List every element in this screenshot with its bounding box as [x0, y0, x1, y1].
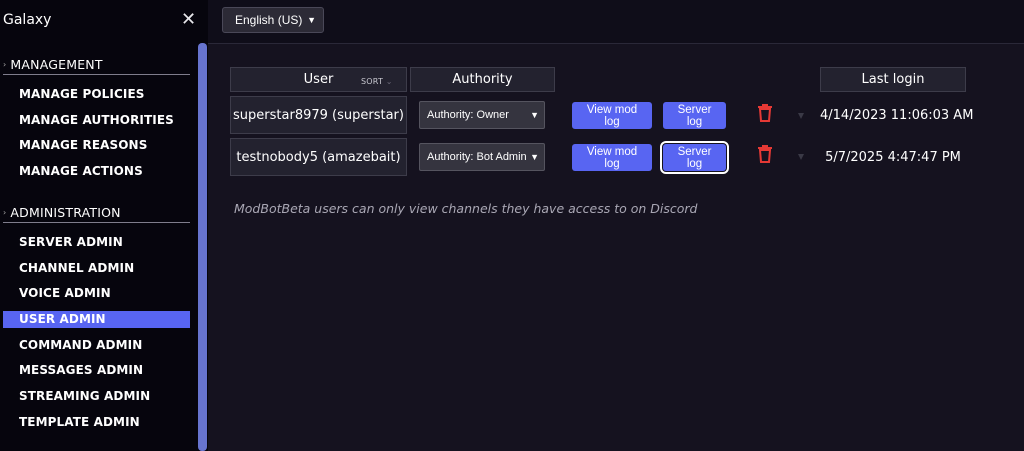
- close-icon[interactable]: ✕: [181, 9, 196, 30]
- sidebar: Galaxy ✕ › MANAGEMENT MANAGE POLICIES MA…: [0, 0, 208, 451]
- sidebar-header: Galaxy ✕: [0, 0, 208, 42]
- column-header-user-label: User: [303, 72, 334, 87]
- section-management: › MANAGEMENT MANAGE POLICIES MANAGE AUTH…: [0, 54, 190, 180]
- sidebar-scrollbar[interactable]: [198, 43, 207, 451]
- last-login-value: 5/7/2025 4:47:47 PM: [825, 150, 961, 165]
- access-note: ModBotBeta users can only view channels …: [234, 201, 698, 216]
- sort-icon: ⌄: [385, 77, 393, 86]
- section-header-management[interactable]: › MANAGEMENT: [0, 54, 190, 74]
- delete-icon[interactable]: [757, 145, 773, 163]
- caret-right-icon: ›: [3, 59, 7, 69]
- sidebar-item-voice-admin[interactable]: VOICE ADMIN: [0, 285, 190, 302]
- column-header-authority-label: Authority: [452, 72, 513, 87]
- authority-select-value: Authority: Bot Admin: [427, 151, 527, 163]
- language-select-value: English (US): [235, 13, 303, 27]
- authority-select[interactable]: Authority: Bot Admin ▼: [419, 143, 545, 171]
- sidebar-item-command-admin[interactable]: COMMAND ADMIN: [0, 337, 190, 354]
- sidebar-item-user-admin[interactable]: USER ADMIN: [3, 311, 190, 329]
- user-name: testnobody5 (amazebait): [236, 149, 401, 165]
- sidebar-item-messages-admin[interactable]: MESSAGES ADMIN: [0, 362, 190, 379]
- column-header-authority: Authority: [410, 67, 555, 92]
- chevron-down-icon: ▼: [530, 110, 539, 120]
- sidebar-item-template-admin[interactable]: TEMPLATE ADMIN: [0, 414, 190, 431]
- section-administration: › ADMINISTRATION SERVER ADMIN CHANNEL AD…: [0, 202, 190, 431]
- divider: [3, 222, 190, 223]
- column-header-user[interactable]: User SORT ⌄: [230, 67, 407, 92]
- sidebar-item-streaming-admin[interactable]: STREAMING ADMIN: [0, 388, 190, 405]
- server-log-button[interactable]: Server log: [663, 102, 726, 129]
- sidebar-item-manage-reasons[interactable]: MANAGE REASONS: [0, 137, 190, 154]
- last-login-value: 4/14/2023 11:06:03 AM: [820, 108, 974, 123]
- sidebar-item-manage-actions[interactable]: MANAGE ACTIONS: [0, 163, 190, 180]
- caret-right-icon: ›: [3, 207, 7, 217]
- delete-icon[interactable]: [757, 104, 773, 122]
- section-header-administration[interactable]: › ADMINISTRATION: [0, 202, 190, 222]
- sidebar-item-manage-authorities[interactable]: MANAGE AUTHORITIES: [0, 112, 190, 129]
- user-cell: testnobody5 (amazebait): [230, 138, 407, 176]
- server-log-button[interactable]: Server log: [660, 141, 729, 174]
- top-bar: English (US) ▼: [208, 0, 1024, 44]
- drag-handle-icon[interactable]: [798, 154, 804, 160]
- column-header-last-login: Last login: [820, 67, 966, 92]
- sort-label: SORT: [361, 77, 384, 86]
- view-mod-log-button[interactable]: View mod log: [572, 102, 652, 129]
- section-label: MANAGEMENT: [10, 56, 103, 72]
- sidebar-item-channel-admin[interactable]: CHANNEL ADMIN: [0, 260, 190, 277]
- drag-handle-icon[interactable]: [798, 113, 804, 119]
- authority-select[interactable]: Authority: Owner ▼: [419, 101, 545, 129]
- section-label: ADMINISTRATION: [10, 204, 121, 220]
- language-select[interactable]: English (US) ▼: [222, 7, 324, 33]
- chevron-down-icon: ▼: [530, 152, 539, 162]
- sidebar-item-server-admin[interactable]: SERVER ADMIN: [0, 234, 190, 251]
- user-name: superstar8979 (superstar): [233, 107, 404, 123]
- sort-toggle[interactable]: SORT ⌄: [361, 77, 393, 86]
- chevron-down-icon: ▼: [307, 15, 316, 25]
- view-mod-log-button[interactable]: View mod log: [572, 144, 652, 171]
- app-title: Galaxy: [3, 12, 52, 28]
- user-cell: superstar8979 (superstar): [230, 96, 407, 134]
- sidebar-item-manage-policies[interactable]: MANAGE POLICIES: [0, 86, 190, 103]
- column-header-last-login-label: Last login: [861, 72, 925, 87]
- divider: [3, 74, 190, 75]
- authority-select-value: Authority: Owner: [427, 109, 509, 121]
